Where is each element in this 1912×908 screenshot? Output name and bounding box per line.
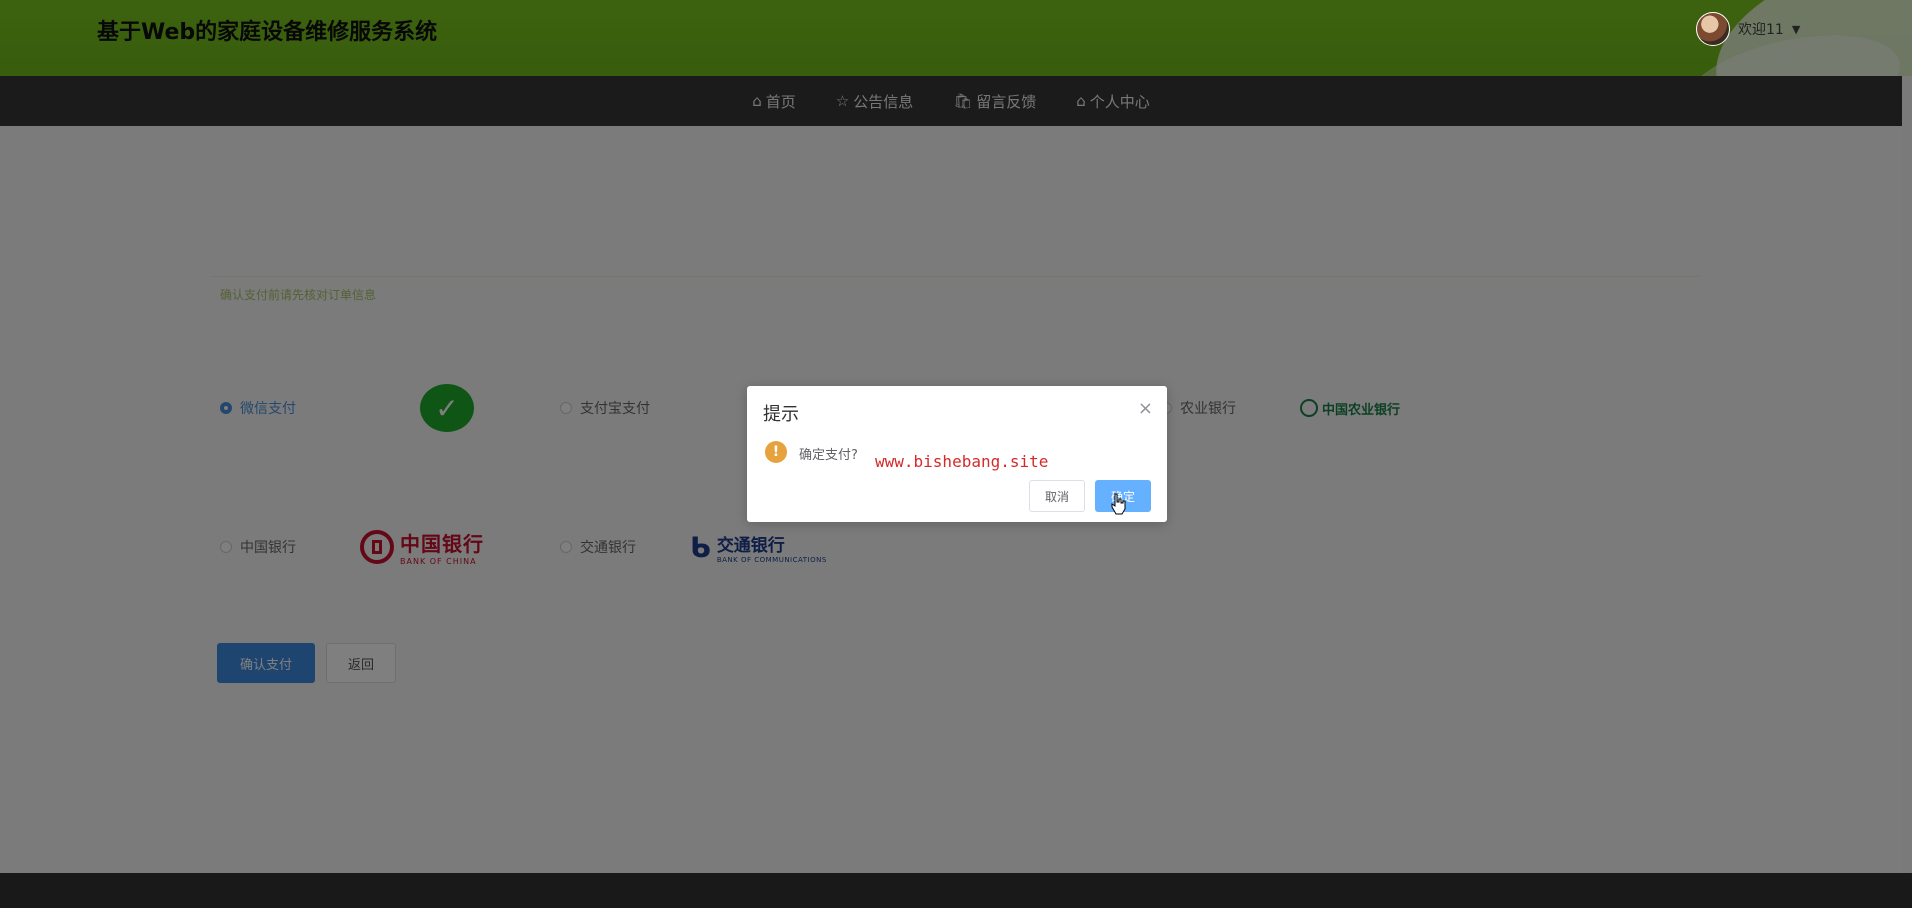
user-menu[interactable]: 欢迎11 ▼	[1696, 12, 1800, 46]
confirm-dialog: 提示 × ! 确定支付? www.bishebang.site 取消 确定	[747, 386, 1167, 522]
close-icon[interactable]: ×	[1138, 398, 1153, 419]
caret-down-icon[interactable]: ▼	[1792, 23, 1800, 36]
watermark-text: www.bishebang.site	[875, 452, 1049, 471]
dialog-cancel-button[interactable]: 取消	[1029, 480, 1085, 512]
dialog-message: 确定支付?	[799, 448, 858, 463]
welcome-text[interactable]: 欢迎11	[1738, 19, 1784, 39]
hand-pointer-icon	[1111, 493, 1126, 515]
avatar[interactable]	[1696, 12, 1730, 46]
dialog-title: 提示	[763, 404, 799, 425]
warning-icon: !	[765, 441, 787, 463]
